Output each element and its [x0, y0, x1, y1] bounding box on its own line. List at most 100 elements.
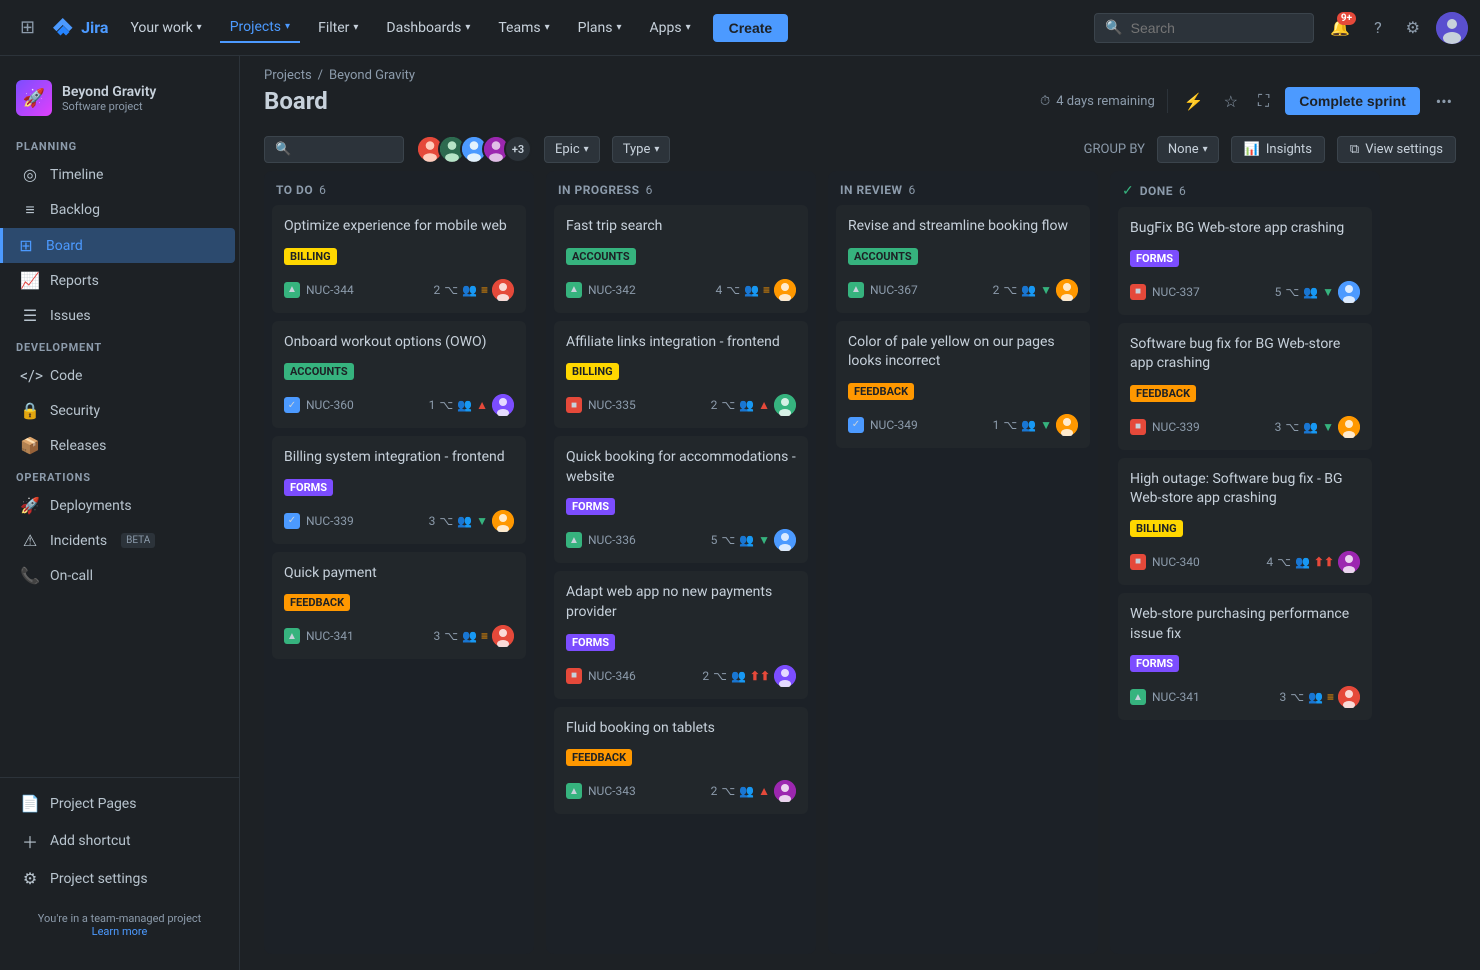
sidebar-item-code[interactable]: </> Code — [4, 358, 235, 393]
sidebar-item-label: On-call — [50, 568, 93, 584]
lightning-icon[interactable]: ⚡ — [1180, 88, 1208, 115]
priority-icon: ≡ — [481, 283, 488, 297]
epic-filter[interactable]: Epic ▾ — [544, 136, 600, 163]
card[interactable]: Optimize experience for mobile web BILLI… — [272, 205, 526, 313]
sidebar-item-reports[interactable]: 📈 Reports — [4, 263, 235, 298]
card-meta: 2 ⌥ 👥 ▲ — [711, 780, 796, 802]
board-search[interactable]: 🔍 — [264, 136, 404, 163]
review-icon: 👥 — [1295, 555, 1310, 569]
review-icon: 👥 — [457, 398, 472, 412]
sidebar-item-board[interactable]: ⊞ Board — [0, 228, 235, 263]
jira-logo[interactable]: Jira — [51, 16, 108, 40]
sidebar-item-add-shortcut[interactable]: ＋ Add shortcut — [4, 821, 235, 861]
nav-filter[interactable]: Filter ▾ — [308, 14, 368, 42]
star-icon[interactable]: ☆ — [1220, 88, 1242, 115]
type-filter[interactable]: Type ▾ — [612, 136, 671, 163]
board-toolbar: 🔍 +3 Epi — [240, 127, 1480, 171]
card[interactable]: High outage: Software bug fix - BG Web-s… — [1118, 458, 1372, 585]
nav-plans[interactable]: Plans ▾ — [568, 14, 632, 42]
type-icon: ▲ — [1130, 689, 1146, 705]
nav-projects[interactable]: Projects ▾ — [220, 13, 300, 43]
card[interactable]: BugFix BG Web-store app crashing FORMS ■… — [1118, 207, 1372, 315]
priority-icon: ▼ — [1322, 420, 1334, 434]
avatar-count[interactable]: +3 — [504, 135, 532, 163]
card[interactable]: Fast trip search ACCOUNTS ▲ NUC-342 4 ⌥ … — [554, 205, 808, 313]
card-title: Optimize experience for mobile web — [284, 217, 514, 237]
search-icon: 🔍 — [1105, 20, 1122, 36]
search-box[interactable]: 🔍 — [1094, 13, 1314, 43]
branch-icon: ⌥ — [1285, 285, 1299, 299]
logo-text: Jira — [81, 18, 108, 37]
check-icon: ✓ — [1122, 183, 1134, 199]
chevron-down-icon: ▾ — [616, 22, 621, 33]
nav-teams[interactable]: Teams ▾ — [488, 14, 559, 42]
type-icon: ■ — [566, 668, 582, 684]
nav-apps[interactable]: Apps ▾ — [639, 14, 700, 42]
breadcrumb-projects[interactable]: Projects — [264, 68, 312, 83]
sidebar-item-project-pages[interactable]: 📄 Project Pages — [4, 786, 235, 821]
sidebar-item-oncall[interactable]: 📞 On-call — [4, 558, 235, 593]
help-button[interactable]: ? — [1366, 10, 1390, 45]
create-button[interactable]: Create — [713, 14, 789, 42]
sidebar-item-timeline[interactable]: ◎ Timeline — [4, 157, 235, 192]
learn-more-link[interactable]: Learn more — [92, 925, 148, 938]
review-icon: 👥 — [1021, 418, 1036, 432]
card[interactable]: Software bug fix for BG Web-store app cr… — [1118, 323, 1372, 450]
card[interactable]: Billing system integration - frontend FO… — [272, 436, 526, 544]
incidents-icon: ⚠ — [20, 531, 40, 550]
breadcrumb-current[interactable]: Beyond Gravity — [329, 68, 415, 83]
assignee-avatar — [492, 510, 514, 532]
complete-sprint-button[interactable]: Complete sprint — [1285, 87, 1420, 115]
apps-grid-icon[interactable]: ⊞ — [12, 9, 43, 46]
card[interactable]: Onboard workout options (OWO) ACCOUNTS ✓… — [272, 321, 526, 429]
assignee-avatar — [774, 279, 796, 301]
notifications-button[interactable]: 🔔 9+ — [1322, 10, 1358, 45]
card[interactable]: Color of pale yellow on our pages looks … — [836, 321, 1090, 448]
nav-your-work[interactable]: Your work ▾ — [120, 14, 211, 42]
planning-section-label: PLANNING — [0, 132, 239, 157]
card[interactable]: Web-store purchasing performance issue f… — [1118, 593, 1372, 720]
card[interactable]: Quick booking for accommodations - websi… — [554, 436, 808, 563]
sidebar-item-backlog[interactable]: ≡ Backlog — [4, 192, 235, 228]
column-cards: Fast trip search ACCOUNTS ▲ NUC-342 4 ⌥ … — [546, 205, 816, 954]
card-title: Revise and streamline booking flow — [848, 217, 1078, 237]
sidebar-item-project-settings[interactable]: ⚙ Project settings — [4, 861, 235, 896]
more-options-icon[interactable]: ••• — [1432, 88, 1456, 115]
story-points: 2 — [711, 398, 718, 412]
search-input[interactable] — [1131, 20, 1304, 36]
group-by-select[interactable]: None ▾ — [1157, 136, 1219, 163]
review-icon: 👥 — [739, 533, 754, 547]
chevron-down-icon: ▾ — [654, 144, 659, 155]
insights-button[interactable]: 📊 Insights — [1231, 136, 1325, 163]
sidebar-footer: You're in a team-managed project Learn m… — [0, 896, 239, 954]
sidebar-item-incidents[interactable]: ⚠ Incidents BETA — [4, 523, 235, 558]
card[interactable]: Affiliate links integration - frontend B… — [554, 321, 808, 429]
sidebar-item-deployments[interactable]: 🚀 Deployments — [4, 488, 235, 523]
nav-dashboards[interactable]: Dashboards ▾ — [376, 14, 480, 42]
card[interactable]: Quick payment FEEDBACK ▲ NUC-341 3 ⌥ 👥 ≡ — [272, 552, 526, 660]
releases-icon: 📦 — [20, 436, 40, 455]
settings-button[interactable]: ⚙ — [1398, 10, 1428, 45]
column-todo: TO DO 6 Optimize experience for mobile w… — [264, 171, 534, 954]
avatar-group: +3 — [416, 135, 532, 163]
card-id: NUC-360 — [306, 398, 354, 412]
sidebar-item-releases[interactable]: 📦 Releases — [4, 428, 235, 463]
sidebar-item-label: Project settings — [50, 871, 148, 887]
card[interactable]: Adapt web app no new payments provider F… — [554, 571, 808, 698]
type-icon: ▲ — [566, 282, 582, 298]
user-avatar[interactable] — [1436, 12, 1468, 44]
expand-icon[interactable]: ⛶ — [1254, 87, 1273, 115]
card[interactable]: Fluid booking on tablets FEEDBACK ▲ NUC-… — [554, 707, 808, 815]
branch-icon: ⌥ — [1277, 555, 1291, 569]
view-settings-button[interactable]: ⧉ View settings — [1337, 136, 1456, 163]
sidebar-item-label: Reports — [50, 273, 99, 289]
board-search-input[interactable] — [297, 142, 393, 157]
card[interactable]: Revise and streamline booking flow ACCOU… — [836, 205, 1090, 313]
sidebar-item-security[interactable]: 🔒 Security — [4, 393, 235, 428]
priority-icon: ▲ — [758, 784, 770, 798]
priority-icon: ▲ — [758, 398, 770, 412]
project-header[interactable]: 🚀 Beyond Gravity Software project — [0, 72, 239, 132]
column-title: DONE — [1140, 184, 1173, 198]
sidebar-item-issues[interactable]: ☰ Issues — [4, 298, 235, 333]
card-id: NUC-349 — [870, 418, 918, 432]
